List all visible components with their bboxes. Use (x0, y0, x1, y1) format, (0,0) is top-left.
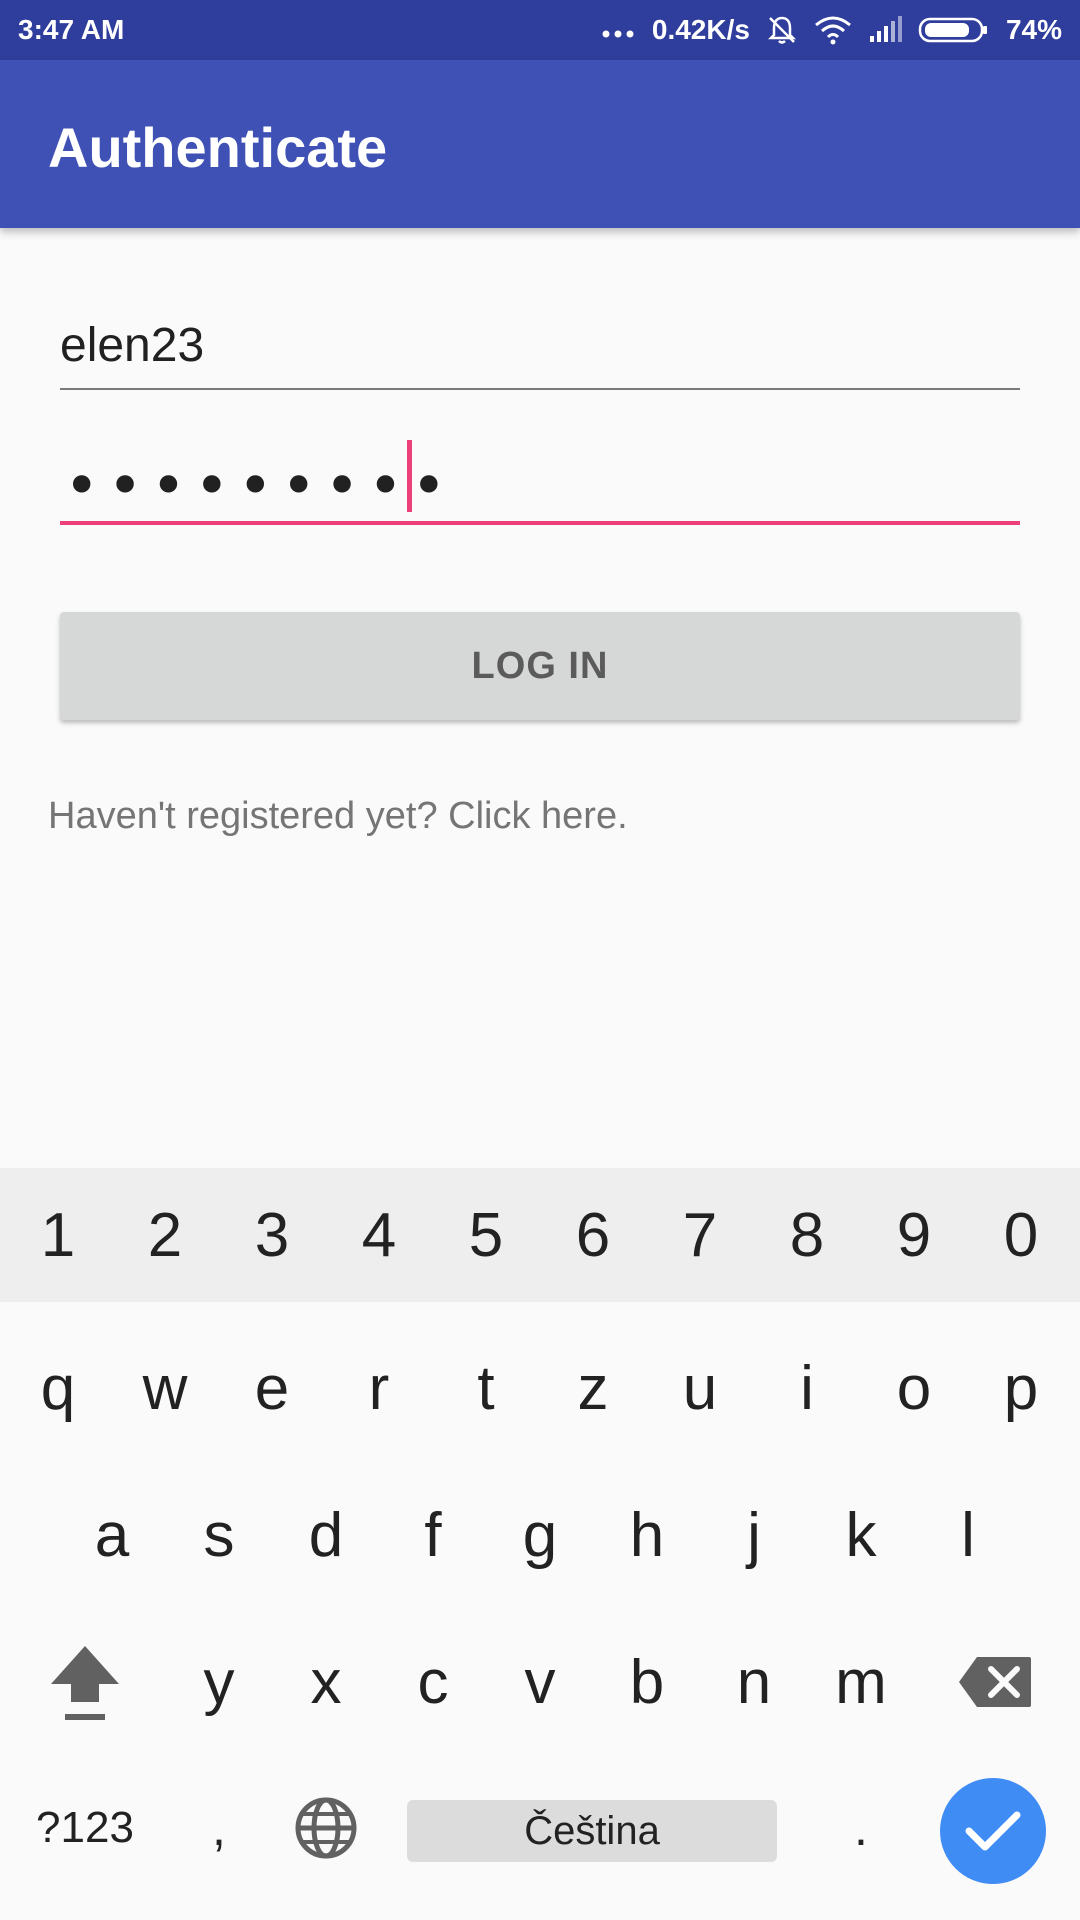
signal-icon (868, 16, 902, 44)
key-q[interactable]: q (4, 1318, 112, 1458)
number-row: 1 2 3 4 5 6 7 8 9 0 (0, 1168, 1080, 1302)
shift-key[interactable] (30, 1612, 140, 1752)
period-key[interactable]: . (807, 1758, 915, 1898)
key-o[interactable]: o (860, 1318, 968, 1458)
key-f[interactable]: f (379, 1465, 487, 1605)
key-7[interactable]: 7 (646, 1168, 754, 1302)
done-key[interactable] (940, 1778, 1046, 1884)
username-field[interactable]: elen23 (60, 310, 1020, 390)
wifi-icon (814, 15, 852, 45)
username-value: elen23 (60, 319, 205, 372)
key-v[interactable]: v (486, 1612, 594, 1752)
app-bar: Authenticate (0, 60, 1080, 228)
status-time: 3:47 AM (18, 14, 125, 45)
password-mask: ••••••••• (64, 451, 455, 521)
key-y[interactable]: y (165, 1612, 273, 1752)
key-w[interactable]: w (111, 1318, 219, 1458)
key-3[interactable]: 3 (218, 1168, 326, 1302)
key-j[interactable]: j (700, 1465, 808, 1605)
key-5[interactable]: 5 (432, 1168, 540, 1302)
shift-icon (51, 1646, 119, 1720)
key-8[interactable]: 8 (753, 1168, 861, 1302)
key-s[interactable]: s (165, 1465, 273, 1605)
key-z[interactable]: z (539, 1318, 647, 1458)
key-c[interactable]: c (379, 1612, 487, 1752)
status-bar: 3:47 AM 0.42K/s 74% (0, 0, 1080, 60)
key-0[interactable]: 0 (967, 1168, 1075, 1302)
key-2[interactable]: 2 (111, 1168, 219, 1302)
comma-key[interactable]: , (165, 1758, 273, 1898)
password-field[interactable]: ••••••••• (60, 440, 1020, 525)
key-m[interactable]: m (807, 1612, 915, 1752)
key-t[interactable]: t (432, 1318, 540, 1458)
language-key[interactable] (272, 1758, 380, 1898)
symbols-key[interactable]: ?123 (20, 1758, 150, 1898)
key-a[interactable]: a (58, 1465, 166, 1605)
key-g[interactable]: g (486, 1465, 594, 1605)
key-h[interactable]: h (593, 1465, 701, 1605)
text-cursor (407, 440, 412, 512)
key-x[interactable]: x (272, 1612, 380, 1752)
battery-percent: 74% (1005, 14, 1062, 45)
key-u[interactable]: u (646, 1318, 754, 1458)
key-d[interactable]: d (272, 1465, 380, 1605)
status-icons: 0.42K/s 74% (600, 0, 1062, 60)
key-e[interactable]: e (218, 1318, 326, 1458)
key-r[interactable]: r (325, 1318, 433, 1458)
key-i[interactable]: i (753, 1318, 861, 1458)
key-b[interactable]: b (593, 1612, 701, 1752)
check-icon (965, 1811, 1021, 1851)
key-1[interactable]: 1 (4, 1168, 112, 1302)
battery-icon (918, 15, 990, 45)
key-6[interactable]: 6 (539, 1168, 647, 1302)
globe-icon (295, 1797, 357, 1859)
page-title: Authenticate (48, 116, 388, 179)
key-p[interactable]: p (967, 1318, 1075, 1458)
key-9[interactable]: 9 (860, 1168, 968, 1302)
register-link[interactable]: Haven't registered yet? Click here. (48, 795, 628, 838)
key-n[interactable]: n (700, 1612, 808, 1752)
network-speed: 0.42K/s (651, 14, 750, 45)
bell-off-icon (766, 14, 798, 46)
more-dots-icon (600, 20, 636, 40)
key-l[interactable]: l (914, 1465, 1022, 1605)
key-k[interactable]: k (807, 1465, 915, 1605)
login-button[interactable]: LOG IN (60, 612, 1020, 720)
backspace-key[interactable] (940, 1612, 1050, 1752)
key-4[interactable]: 4 (325, 1168, 433, 1302)
space-key[interactable]: Čeština (407, 1800, 777, 1862)
backspace-icon (959, 1657, 1031, 1707)
